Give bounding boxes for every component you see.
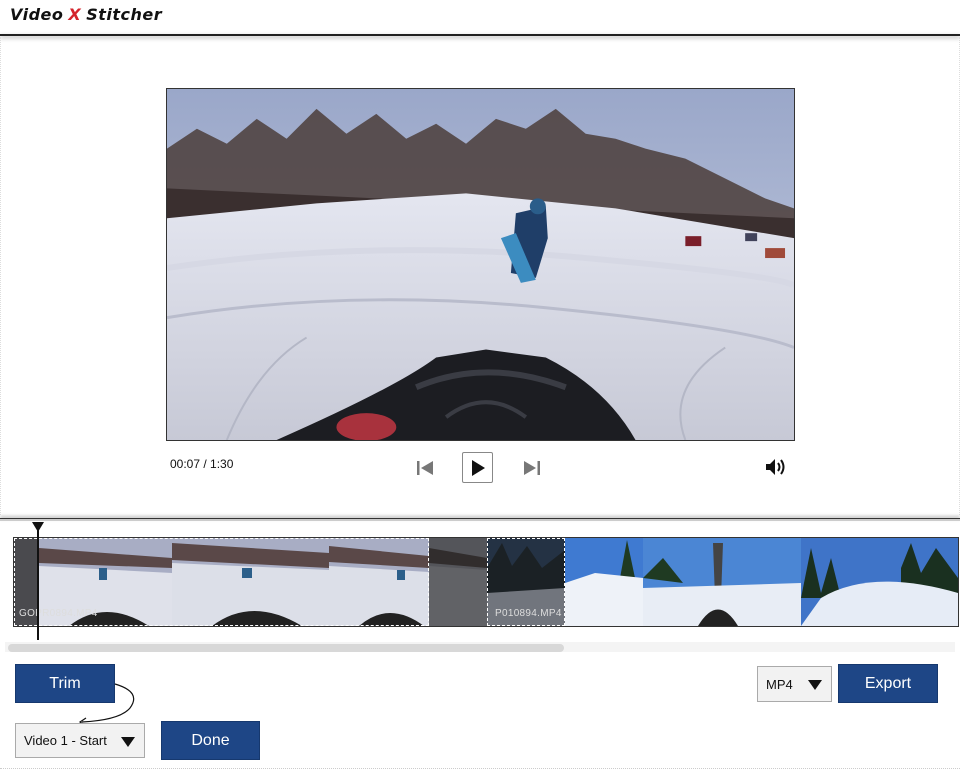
timeline-thumbnail xyxy=(643,538,801,626)
player-panel: 00:07 / 1:30 xyxy=(0,37,960,515)
playhead[interactable] xyxy=(37,529,39,640)
time-readout: 00:07 / 1:30 xyxy=(170,457,234,471)
video-viewport[interactable] xyxy=(166,88,795,441)
header-divider xyxy=(0,34,960,36)
chevron-down-icon xyxy=(808,680,822,690)
skip-forward-icon xyxy=(524,461,540,475)
trim-button[interactable]: Trim xyxy=(15,664,115,703)
video-frame-image xyxy=(167,89,794,440)
previous-button[interactable] xyxy=(413,456,437,480)
chevron-down-icon xyxy=(121,736,135,747)
app-title: Video X Stitcher xyxy=(10,5,162,24)
timeline-thumbnail xyxy=(172,538,329,626)
timeline-thumbnail xyxy=(801,538,958,626)
volume-button[interactable] xyxy=(763,454,789,480)
play-button[interactable] xyxy=(462,452,493,483)
timeline-scrollbar-thumb[interactable] xyxy=(8,644,564,652)
done-button[interactable]: Done xyxy=(161,721,260,760)
clip-1-label: GOPR0894.MP4 xyxy=(19,608,98,619)
format-select-value: MP4 xyxy=(766,676,793,692)
position-select-value: Video 1 - Start xyxy=(24,733,107,748)
timeline-thumbnail xyxy=(565,538,643,626)
export-button[interactable]: Export xyxy=(838,664,938,703)
timeline-thumbnail xyxy=(329,538,429,626)
app-title-word-1: Video xyxy=(10,5,64,24)
app-title-word-2: Stitcher xyxy=(86,5,163,24)
play-icon xyxy=(471,459,485,476)
timeline-divider xyxy=(0,518,960,521)
timeline-strip[interactable]: GOPR0894.MP4 P010894.MP4 xyxy=(13,537,959,627)
app-header: Video X Stitcher xyxy=(0,0,960,34)
app-title-x-mark: X xyxy=(68,5,82,24)
clip-2-label: P010894.MP4 xyxy=(495,608,562,619)
next-button[interactable] xyxy=(520,456,544,480)
clip-gap-dim xyxy=(429,538,487,626)
volume-icon xyxy=(766,459,785,475)
format-select[interactable]: MP4 xyxy=(757,666,832,702)
page-bottom-border xyxy=(0,768,960,769)
skip-back-icon xyxy=(417,461,433,475)
position-select[interactable]: Video 1 - Start xyxy=(15,723,145,758)
